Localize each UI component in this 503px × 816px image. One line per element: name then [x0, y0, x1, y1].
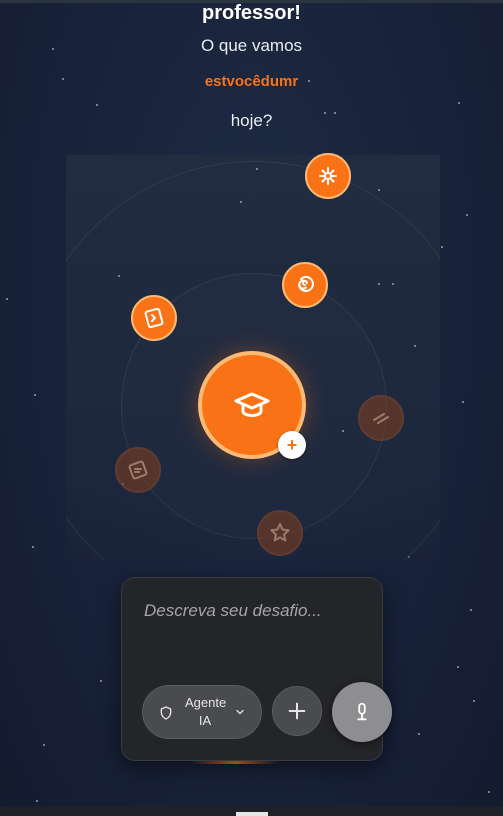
pencil-icon: [373, 413, 389, 424]
sparkle-icon: [319, 167, 337, 185]
orbit-node-pencil[interactable]: [358, 395, 404, 441]
orbit-node-spiral[interactable]: [282, 262, 328, 308]
challenge-input[interactable]: [142, 600, 366, 622]
spiral-icon: [298, 276, 314, 292]
agent-label: Agente IA: [185, 694, 227, 730]
agent-label-line1: Agente: [185, 695, 227, 710]
microphone-icon: [357, 702, 367, 721]
composer-glow: [190, 761, 280, 764]
shield-icon: [160, 706, 172, 720]
orbit-node-sparkle[interactable]: [305, 153, 351, 199]
home-indicator[interactable]: [236, 812, 268, 816]
plus-icon: [288, 702, 306, 720]
prompt-composer: Agente IA: [121, 577, 392, 761]
star-icon: [270, 523, 290, 542]
greeting-end: hoje?: [230, 111, 273, 130]
notebook-icon: [144, 307, 164, 329]
chevron-down-icon: [236, 709, 244, 715]
agent-label-line2: IA: [198, 713, 212, 728]
add-attachment-button[interactable]: [272, 686, 322, 736]
document-icon: [128, 460, 148, 480]
orbit-node-notebook[interactable]: [131, 295, 177, 341]
orbit-node-star[interactable]: [257, 510, 303, 556]
orbit-node-document[interactable]: [115, 447, 161, 493]
voice-input-button[interactable]: [332, 682, 392, 742]
greeting-highlight: estvocêdumr: [204, 73, 299, 90]
agent-ia-selector[interactable]: Agente IA: [142, 685, 262, 739]
hub-add-badge[interactable]: +: [278, 431, 306, 459]
greeting-title: professor!: [202, 2, 301, 24]
greeting-question: O que vamos: [200, 36, 303, 55]
graduation-cap-icon: [234, 392, 270, 417]
